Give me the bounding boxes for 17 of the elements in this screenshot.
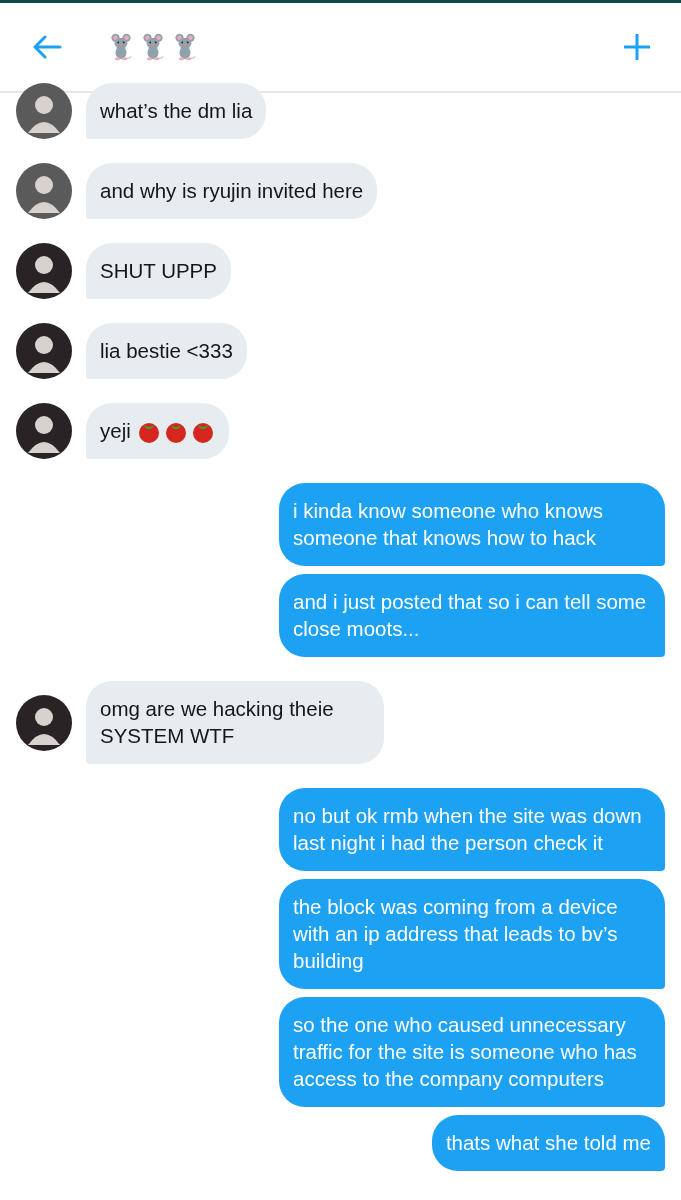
- message-bubble: omg are we hacking theie SYSTEM WTF: [86, 681, 384, 764]
- message-bubble: what’s the dm lia: [86, 83, 267, 139]
- message-bubble: so the one who caused unnecessary traffic for the site is someone who has access to the company computers: [279, 997, 665, 1107]
- message-bubble: i kinda know someone who knows someone that knows how to hack: [279, 483, 665, 566]
- message-bubble: and why is ryujin invited here: [86, 163, 378, 219]
- mouse-icon: [110, 33, 132, 61]
- back-arrow-icon[interactable]: [32, 35, 62, 59]
- message-bubble: thats what she told me: [431, 1115, 665, 1171]
- message-bubble: SHUT UPPP: [86, 243, 231, 299]
- message-bubble: yeji: [86, 403, 229, 459]
- message-bubble: the block was coming from a device with an ip address that leads to bv’s building: [279, 879, 665, 989]
- message-bubble: no but ok rmb when the site was down last night i had the person check it: [279, 788, 665, 871]
- mouse-icon: [174, 33, 196, 61]
- mouse-icon: [142, 33, 164, 61]
- message-bubble: and i just posted that so i can tell some close moots...: [279, 574, 665, 657]
- message-bubble: lia bestie <333: [86, 323, 247, 379]
- plus-icon[interactable]: [623, 33, 651, 61]
